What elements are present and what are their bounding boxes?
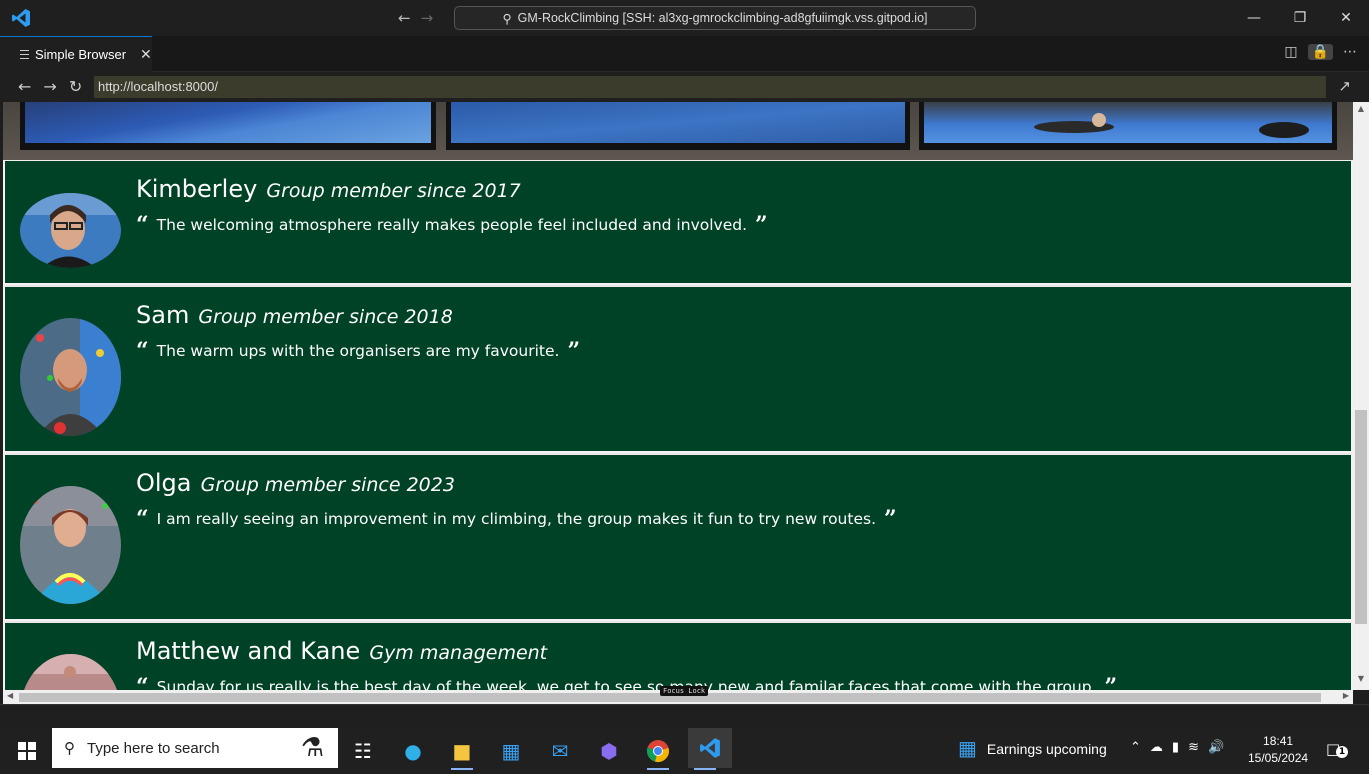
open-in-browser-icon[interactable]: ↗ bbox=[1338, 77, 1351, 95]
testimonial-card: Sam Group member since 2018 “ The warm u… bbox=[3, 285, 1353, 453]
gallery-strip bbox=[3, 102, 1353, 160]
testimonial-quote: The warm ups with the organisers are my … bbox=[156, 342, 560, 360]
testimonial-card: Olga Group member since 2023 “ I am real… bbox=[3, 453, 1353, 621]
notification-center-icon[interactable]: □ 1 bbox=[1326, 740, 1348, 758]
quote-open-icon: “ bbox=[136, 674, 149, 690]
tab-bar: Simple Browser ✕ ◫ 🔒 ⋯ bbox=[0, 36, 1369, 72]
search-icon: ⚲ bbox=[64, 740, 75, 757]
avatar bbox=[20, 318, 121, 436]
system-tray: ⌃ ☁ ▮ ≋ 🔊 bbox=[1130, 740, 1224, 755]
chevron-up-icon[interactable]: ⌃ bbox=[1130, 740, 1141, 755]
member-since: Group member since 2017 bbox=[266, 180, 521, 202]
member-name: Kimberley bbox=[136, 175, 258, 203]
wifi-icon[interactable]: ≋ bbox=[1188, 740, 1199, 755]
vertical-scrollbar[interactable]: ▲ ▼ bbox=[1353, 102, 1369, 690]
battery-icon[interactable]: ▮ bbox=[1172, 740, 1179, 755]
avatar bbox=[20, 654, 121, 690]
quote-close-icon: ” bbox=[1104, 674, 1118, 690]
browser-toolbar: ← → ↻ http://localhost:8000/ ↗ bbox=[0, 72, 1369, 102]
testimonial-quote: The welcoming atmosphere really makes pe… bbox=[156, 216, 748, 234]
scroll-left-icon[interactable]: ◀ bbox=[7, 691, 13, 700]
lock-group-icon[interactable]: 🔒 bbox=[1307, 44, 1333, 60]
gallery-photo bbox=[446, 102, 910, 150]
member-since: Group member since 2018 bbox=[198, 306, 453, 328]
back-arrow-icon[interactable]: ← bbox=[398, 9, 411, 27]
weather-widget[interactable]: ▦ Earnings upcoming bbox=[958, 736, 1107, 761]
testimonial-quote: I am really seeing an improvement in my … bbox=[156, 510, 876, 528]
quote-close-icon: ” bbox=[884, 506, 897, 532]
quote-close-icon: ” bbox=[567, 338, 581, 364]
windows-start-icon[interactable] bbox=[18, 742, 36, 760]
search-placeholder: Type here to search bbox=[87, 739, 220, 757]
search-icon: ⚲ bbox=[502, 11, 512, 26]
minimize-button[interactable]: — bbox=[1231, 0, 1277, 36]
member-name: Matthew and Kane bbox=[136, 637, 361, 665]
restore-button[interactable]: ❐ bbox=[1277, 0, 1323, 36]
quote-open-icon: “ bbox=[136, 212, 149, 238]
quote-open-icon: “ bbox=[136, 506, 149, 532]
notification-count: 1 bbox=[1336, 746, 1348, 758]
mail-icon[interactable]: ✉ bbox=[543, 734, 577, 768]
task-view-icon[interactable]: ☷ bbox=[346, 734, 380, 768]
chrome-icon[interactable] bbox=[641, 734, 675, 770]
vscode-taskbar-icon[interactable] bbox=[688, 728, 732, 770]
close-window-button[interactable]: ✕ bbox=[1323, 0, 1369, 36]
edge-icon[interactable]: ● bbox=[396, 734, 430, 768]
command-center-label: GM-RockClimbing [SSH: al3xg-gmrockclimbi… bbox=[517, 11, 928, 25]
browser-back-icon[interactable]: ← bbox=[18, 77, 31, 96]
close-tab-icon[interactable]: ✕ bbox=[140, 46, 152, 63]
scroll-up-icon[interactable]: ▲ bbox=[1353, 104, 1369, 118]
testimonial-quote: Sunday for us really is the best day of … bbox=[156, 678, 1097, 690]
gallery-photo bbox=[20, 102, 436, 150]
browser-forward-icon[interactable]: → bbox=[43, 77, 56, 96]
tab-label: Simple Browser bbox=[35, 47, 127, 62]
testimonial-card: Matthew and Kane Gym management “ Sunday… bbox=[3, 621, 1353, 690]
avatar bbox=[20, 193, 121, 268]
file-explorer-icon[interactable]: ■ bbox=[445, 734, 479, 770]
status-area bbox=[0, 704, 1369, 728]
weather-text: Earnings upcoming bbox=[986, 740, 1107, 757]
forward-arrow-icon[interactable]: → bbox=[421, 9, 434, 27]
scroll-down-icon[interactable]: ▼ bbox=[1353, 674, 1369, 688]
microsoft-store-icon[interactable]: ▦ bbox=[494, 734, 528, 768]
scroll-right-icon[interactable]: ▶ bbox=[1343, 691, 1349, 700]
web-viewport: Kimberley Group member since 2017 “ The … bbox=[3, 102, 1353, 690]
quote-open-icon: “ bbox=[136, 338, 149, 364]
avatar bbox=[20, 486, 121, 604]
stocks-icon: ▦ bbox=[958, 738, 977, 760]
quote-close-icon: ” bbox=[755, 212, 768, 238]
volume-icon[interactable]: 🔊 bbox=[1208, 740, 1224, 755]
member-since: Group member since 2023 bbox=[200, 474, 455, 496]
url-input[interactable]: http://localhost:8000/ bbox=[94, 76, 1326, 98]
member-since: Gym management bbox=[369, 642, 548, 664]
clock-time: 18:41 bbox=[1263, 734, 1294, 748]
copilot-icon[interactable]: ⬢ bbox=[592, 734, 626, 768]
focus-lock-indicator: Focus Lock bbox=[660, 686, 709, 696]
clock[interactable]: 18:41 15/05/2024 bbox=[1248, 733, 1308, 767]
taskbar: ⚲ Type here to search ⚗ ☷ ● ■ ▦ ✉ ⬢ ▦ Ea… bbox=[0, 728, 1369, 774]
more-actions-icon[interactable]: ⋯ bbox=[1343, 44, 1357, 60]
onedrive-icon[interactable]: ☁ bbox=[1150, 740, 1163, 755]
split-editor-icon[interactable]: ◫ bbox=[1284, 44, 1297, 60]
taskbar-search[interactable]: ⚲ Type here to search ⚗ bbox=[52, 728, 338, 768]
testimonials-list: Kimberley Group member since 2017 “ The … bbox=[3, 160, 1353, 690]
vertical-scroll-thumb[interactable] bbox=[1355, 410, 1367, 624]
member-name: Olga bbox=[136, 469, 192, 497]
vscode-logo-icon bbox=[12, 9, 30, 27]
preview-icon bbox=[20, 50, 29, 59]
search-highlight-icon: ⚗ bbox=[300, 732, 324, 762]
member-name: Sam bbox=[136, 301, 190, 329]
testimonial-card: Kimberley Group member since 2017 “ The … bbox=[3, 160, 1353, 285]
gallery-photo bbox=[919, 102, 1337, 150]
command-center[interactable]: ⚲ GM-RockClimbing [SSH: al3xg-gmrockclim… bbox=[454, 6, 976, 30]
clock-date: 15/05/2024 bbox=[1248, 751, 1309, 765]
title-bar: ← → ⚲ GM-RockClimbing [SSH: al3xg-gmrock… bbox=[0, 0, 1369, 36]
reload-icon[interactable]: ↻ bbox=[69, 77, 82, 96]
tab-simple-browser[interactable]: Simple Browser ✕ bbox=[0, 36, 152, 72]
